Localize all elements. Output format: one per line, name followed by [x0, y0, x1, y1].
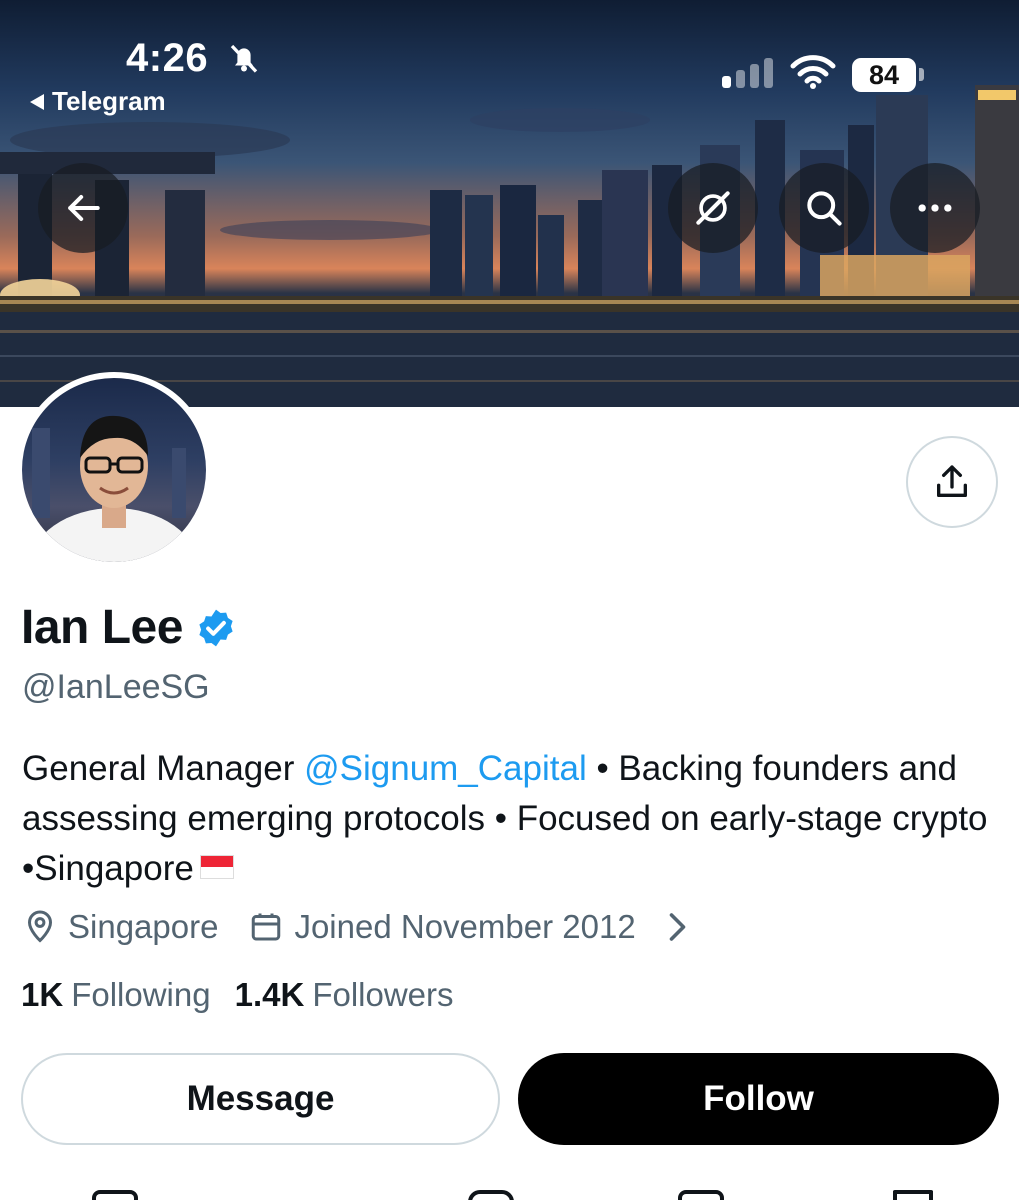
back-button[interactable]	[38, 163, 128, 253]
more-horizontal-icon	[918, 204, 952, 212]
bio-mention-link[interactable]: @Signum_Capital	[304, 749, 587, 788]
verified-badge-icon[interactable]	[195, 607, 237, 649]
following-link[interactable]: 1K Following	[21, 976, 211, 1014]
tab-icon-peek-2	[468, 1190, 514, 1200]
followers-link[interactable]: 1.4K Followers	[235, 976, 454, 1014]
grok-button[interactable]	[668, 163, 758, 253]
signal-icon	[722, 58, 773, 88]
bio-prefix: General Manager	[22, 749, 305, 788]
battery-tip	[919, 68, 924, 81]
location-text: Singapore	[68, 908, 219, 945]
joined-item[interactable]: Joined November 2012	[248, 908, 693, 946]
avatar[interactable]	[16, 372, 212, 568]
follow-button[interactable]: Follow	[518, 1053, 999, 1145]
followers-count: 1.4K	[234, 976, 305, 1013]
tab-icon-peek-3	[678, 1190, 724, 1200]
back-to-telegram[interactable]: Telegram	[30, 86, 166, 117]
grok-icon	[696, 191, 730, 225]
message-button[interactable]: Message	[21, 1053, 500, 1145]
tab-icon-peek-1	[92, 1190, 138, 1200]
back-app-label: Telegram	[52, 86, 166, 116]
status-time: 4:26	[126, 36, 209, 80]
profile-name-row: Ian Lee	[21, 600, 237, 655]
avatar-photo	[22, 378, 206, 562]
search-icon	[807, 191, 842, 226]
chevron-right-icon	[669, 913, 685, 941]
arrow-left-icon	[68, 194, 100, 222]
battery-icon: 84	[852, 58, 916, 92]
back-triangle-icon	[30, 93, 44, 110]
following-label: Following	[71, 976, 211, 1013]
search-button[interactable]	[779, 163, 869, 253]
followers-label: Followers	[312, 976, 454, 1013]
joined-text: Joined November 2012	[294, 908, 636, 945]
singapore-flag-icon	[199, 854, 234, 879]
share-icon	[937, 465, 967, 497]
share-button[interactable]	[906, 436, 998, 528]
wifi-icon	[790, 55, 836, 89]
more-button[interactable]	[890, 163, 980, 253]
location-item: Singapore	[22, 908, 218, 946]
profile-handle: @IanLeeSG	[22, 668, 210, 706]
tab-icon-peek-4	[893, 1190, 933, 1200]
profile-bio: General Manager @Signum_Capital • Backin…	[22, 744, 1002, 894]
follow-counts: 1K Following 1.4K Followers	[21, 976, 454, 1014]
profile-banner[interactable]: 4:26 Telegram 84	[0, 0, 1019, 407]
following-count: 1K	[21, 976, 64, 1013]
profile-meta: Singapore Joined November 2012	[22, 908, 694, 946]
display-name: Ian Lee	[21, 601, 183, 654]
calendar-icon	[252, 913, 281, 941]
location-pin-icon	[27, 910, 53, 943]
bell-slash-icon	[230, 44, 258, 73]
